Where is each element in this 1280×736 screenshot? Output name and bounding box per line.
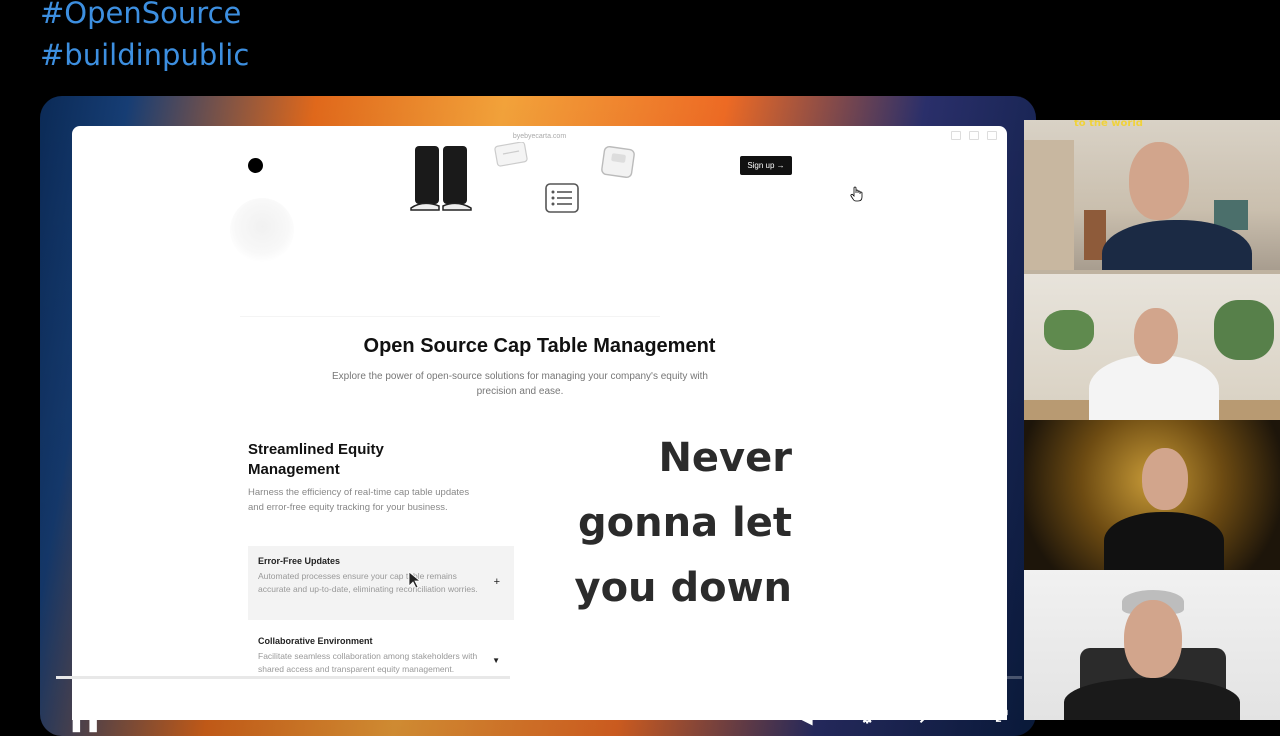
window-control-icon[interactable]: [987, 131, 997, 140]
list-icon: [545, 183, 579, 213]
participant-overlay-text: to the world: [1074, 120, 1143, 129]
feature-title: Collaborative Environment: [258, 636, 373, 646]
participant-video-4[interactable]: [1024, 570, 1280, 720]
lyric-line: Never: [658, 435, 792, 481]
pause-icon[interactable]: ❚❚: [68, 708, 102, 733]
lyric-line: you down: [574, 565, 793, 611]
signup-button[interactable]: Sign up →: [740, 156, 792, 175]
video-progress-fill: [56, 676, 511, 679]
feature-title: Error-Free Updates: [258, 556, 341, 566]
decorative-blob: [230, 198, 294, 262]
divider: [240, 316, 660, 317]
plus-icon[interactable]: +: [494, 576, 500, 588]
chevron-down-icon[interactable]: ▼: [492, 656, 500, 665]
hashtag-list: #OpenSource #buildinpublic: [40, 0, 249, 76]
section-title: Streamlined Equity Management: [248, 441, 384, 478]
url-bar[interactable]: byebyecarta.com: [72, 126, 1007, 146]
feature-item-collaborative-environment[interactable]: Collaborative Environment Facilitate sea…: [248, 626, 514, 692]
share-icon[interactable]: ↗: [918, 708, 931, 728]
window-controls: [951, 131, 997, 140]
section-description: Harness the efficiency of real-time cap …: [248, 487, 470, 513]
participant-video-2[interactable]: [1024, 270, 1280, 420]
fullscreen-icon[interactable]: ⤢: [995, 708, 1008, 726]
website-screen: byebyecarta.com Sign up → Open Source Ca…: [72, 126, 1007, 720]
lyric-text: Never gonna let you down: [512, 426, 793, 621]
hero-title: Open Source Cap Table Management: [363, 335, 716, 357]
video-progress-bar[interactable]: [56, 676, 1022, 679]
arrow-cursor-icon: [408, 571, 422, 589]
hashtag-opensource[interactable]: #OpenSource: [40, 0, 249, 34]
url-text: byebyecarta.com: [512, 132, 567, 140]
card-icon: [601, 145, 635, 179]
hand-cursor-icon: [850, 186, 863, 202]
rewind-icon[interactable]: ◀: [800, 708, 812, 728]
gear-icon[interactable]: ⚙: [860, 708, 874, 728]
participant-video-3[interactable]: [1024, 420, 1280, 570]
document-icon: [494, 142, 528, 167]
lyric-line: gonna let: [578, 500, 792, 546]
feature-item-error-free-updates[interactable]: Error-Free Updates Automated processes e…: [248, 546, 514, 620]
participant-video-1[interactable]: to the world: [1024, 120, 1280, 270]
window-control-icon[interactable]: [951, 131, 961, 140]
hero-subtitle: Explore the power of open-source solutio…: [331, 371, 708, 397]
feature-description: Facilitate seamless collaboration among …: [258, 651, 478, 674]
feature-description: Automated processes ensure your cap tabl…: [258, 571, 478, 594]
legs-illustration: [410, 146, 472, 211]
window-control-icon[interactable]: [969, 131, 979, 140]
hashtag-buildinpublic[interactable]: #buildinpublic: [40, 34, 249, 76]
site-logo[interactable]: [248, 158, 263, 173]
